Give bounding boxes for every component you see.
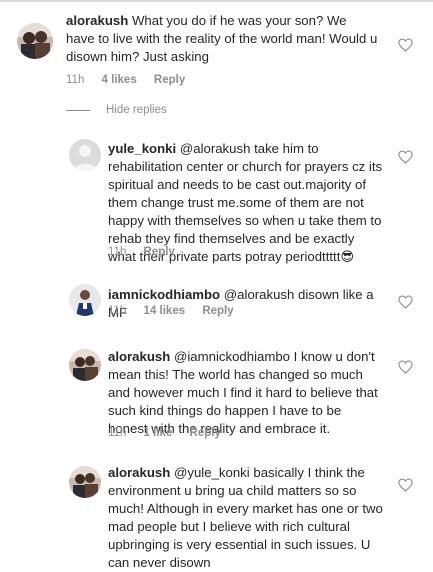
- reply-button[interactable]: Reply: [154, 74, 185, 86]
- username[interactable]: iamnickodhiambo: [108, 287, 220, 302]
- mention[interactable]: @yule_konki: [174, 465, 250, 480]
- likes-count[interactable]: 1 like: [144, 427, 173, 439]
- hide-replies-label: Hide replies: [106, 104, 167, 116]
- comment-meta: 11h 4 likes Reply: [66, 74, 199, 86]
- top-divider: [0, 0, 433, 2]
- avatar[interactable]: [17, 23, 53, 59]
- comment-body: alorakush @iamnickodhiambo I know u don'…: [108, 348, 384, 438]
- heart-icon[interactable]: [398, 150, 413, 164]
- comment-text: basically I think the environment u brin…: [108, 465, 383, 570]
- hide-replies-button[interactable]: Hide replies: [66, 104, 167, 116]
- reply-button[interactable]: Reply: [190, 427, 221, 439]
- timestamp[interactable]: 11h: [108, 246, 126, 258]
- likes-count[interactable]: 4 likes: [102, 74, 137, 86]
- mention[interactable]: @iamnickodhiambo: [174, 349, 290, 364]
- comment-body: alorakush What you do if he was your son…: [66, 12, 378, 66]
- timestamp[interactable]: 11h: [108, 305, 126, 317]
- username[interactable]: alorakush: [66, 13, 128, 28]
- avatar[interactable]: [69, 349, 101, 381]
- username[interactable]: alorakush: [108, 349, 170, 364]
- comment-body: alorakush @yule_konki basically I think …: [108, 464, 384, 572]
- comment-meta: 11h 1 like Reply: [108, 427, 235, 439]
- avatar[interactable]: [69, 466, 101, 498]
- heart-icon[interactable]: [398, 295, 413, 309]
- timestamp[interactable]: 11h: [108, 427, 126, 439]
- comment-meta: 11h 14 likes Reply: [108, 305, 248, 317]
- username[interactable]: yule_konki: [108, 141, 176, 156]
- heart-icon[interactable]: [398, 360, 413, 374]
- reply-button[interactable]: Reply: [202, 305, 233, 317]
- avatar[interactable]: [69, 284, 101, 316]
- likes-count[interactable]: 14 likes: [144, 305, 186, 317]
- heart-icon[interactable]: [398, 478, 413, 492]
- comment-meta: 11h Reply: [108, 246, 189, 258]
- reply-button[interactable]: Reply: [144, 246, 175, 258]
- username[interactable]: alorakush: [108, 465, 170, 480]
- hide-replies-line: [66, 109, 90, 111]
- mention[interactable]: @alorakush: [180, 141, 251, 156]
- mention[interactable]: @alorakush: [224, 287, 295, 302]
- avatar[interactable]: [69, 139, 101, 171]
- timestamp[interactable]: 11h: [66, 74, 84, 86]
- heart-icon[interactable]: [398, 38, 413, 52]
